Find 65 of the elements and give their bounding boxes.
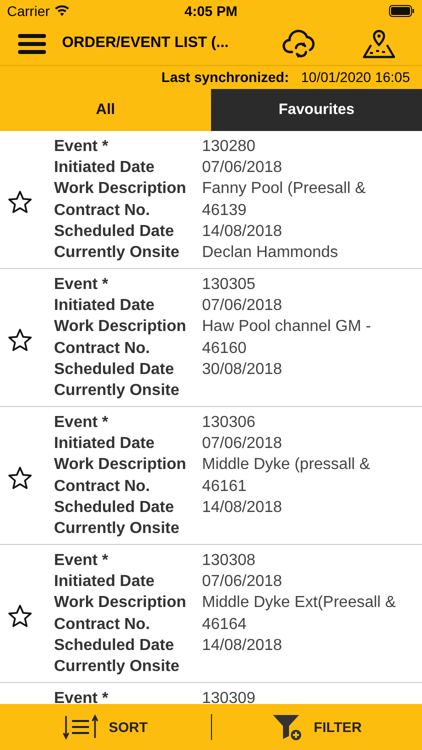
filter-button[interactable]: FILTER: [212, 712, 422, 742]
field-label: Event *: [54, 688, 110, 704]
field-label: Work Description: [54, 593, 188, 614]
field-label: Contract No.: [54, 200, 151, 221]
sort-icon: [62, 714, 99, 740]
sort-button[interactable]: SORT: [0, 714, 210, 740]
sync-label: Last synchronized:: [161, 68, 289, 87]
field-label: Event *: [54, 274, 110, 295]
field-label: Contract No.: [54, 614, 151, 635]
filter-icon: [272, 712, 304, 742]
field-label: Currently Onsite: [54, 381, 180, 402]
field-value: 46164: [202, 614, 246, 635]
field-value: 46160: [202, 338, 246, 359]
field-value: Middle Dyke (pressall &: [202, 455, 370, 476]
star-icon[interactable]: [7, 603, 33, 629]
carrier-label: Carrier: [7, 2, 50, 20]
field-label: Scheduled Date: [54, 360, 176, 380]
field-label: Initiated Date: [54, 434, 156, 454]
field-label: Scheduled Date: [54, 222, 176, 242]
field-label: Currently Onsite: [54, 243, 180, 264]
field-value: 30/08/2018: [202, 360, 282, 380]
field-label: Work Description: [54, 179, 188, 200]
star-icon[interactable]: [7, 327, 33, 353]
field-value: 14/08/2018: [202, 636, 282, 656]
field-label: Scheduled Date: [54, 636, 176, 656]
page-title: ORDER/EVENT LIST (...: [62, 33, 229, 54]
field-label: Work Description: [54, 317, 188, 338]
field-label: Scheduled Date: [54, 498, 176, 518]
field-value: Fanny Pool (Preesall &: [202, 179, 366, 200]
field-value: 07/06/2018: [202, 158, 282, 178]
wifi-icon: [54, 5, 70, 17]
battery-icon: [388, 5, 415, 17]
field-label: Event *: [54, 412, 110, 433]
sync-time: 10/01/2020 16:05: [301, 68, 410, 87]
field-value: 130305: [202, 274, 256, 295]
field-label: Contract No.: [54, 338, 151, 359]
field-value: 46161: [202, 476, 246, 497]
field-value: 130308: [202, 550, 256, 571]
field-label: Initiated Date: [54, 572, 156, 592]
field-value: 130280: [202, 136, 256, 157]
field-value: 14/08/2018: [202, 222, 282, 242]
field-value: 07/06/2018: [202, 434, 282, 454]
star-icon[interactable]: [7, 189, 33, 215]
field-label: Event *: [54, 550, 110, 571]
field-value: 130309: [202, 688, 256, 704]
field-value: Middle Dyke Ext(Preesall &: [202, 593, 396, 614]
star-icon[interactable]: [7, 465, 33, 491]
field-value: 07/06/2018: [202, 572, 282, 592]
field-label: Currently Onsite: [54, 519, 180, 540]
field-value: Declan Hammonds: [202, 243, 338, 264]
field-value: 46139: [202, 200, 246, 221]
field-label: Event *: [54, 136, 110, 157]
field-label: Currently Onsite: [54, 657, 180, 678]
field-value: 130306: [202, 412, 256, 433]
map-pin-icon[interactable]: [362, 28, 396, 58]
field-label: Initiated Date: [54, 296, 156, 316]
clock-time: 4:05 PM: [184, 2, 238, 20]
field-label: Contract No.: [54, 476, 151, 497]
tab[interactable]: Favourites: [211, 89, 422, 131]
field-label: Work Description: [54, 455, 188, 476]
field-label: Initiated Date: [54, 158, 156, 178]
field-value: Haw Pool channel GM -: [202, 317, 371, 338]
menu-icon[interactable]: [18, 32, 46, 54]
field-value: 07/06/2018: [202, 296, 282, 316]
field-value: 14/08/2018: [202, 498, 282, 518]
